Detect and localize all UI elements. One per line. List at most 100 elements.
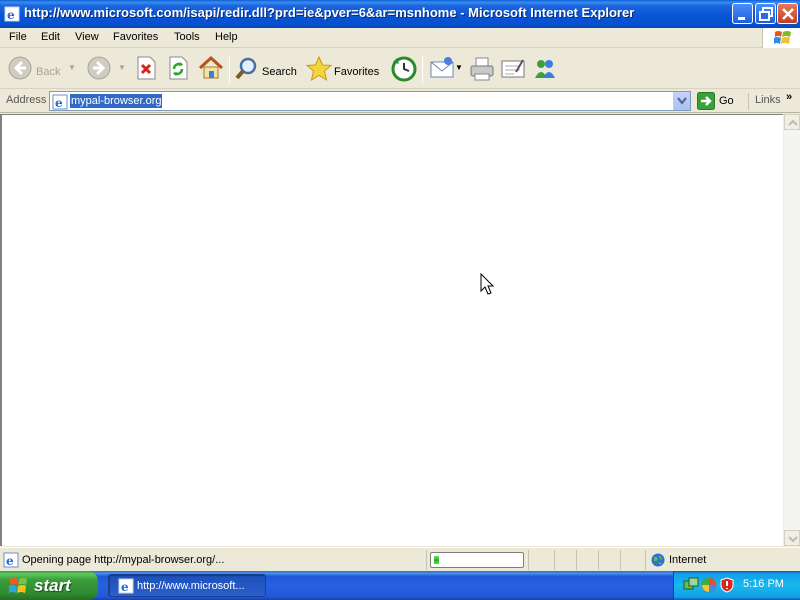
favorites-label: Favorites [334, 66, 380, 78]
start-button[interactable]: start [0, 571, 98, 600]
maximize-button[interactable] [755, 3, 776, 24]
page-loading-icon: e [3, 552, 19, 568]
search-button[interactable]: Search [233, 53, 299, 85]
home-icon [198, 56, 224, 79]
status-pane-divider [645, 550, 646, 570]
stop-button[interactable] [134, 53, 160, 85]
page-icon: e [52, 94, 68, 110]
address-dropdown-button[interactable] [673, 92, 690, 110]
print-button[interactable] [468, 53, 496, 85]
windows-flag-icon [9, 578, 27, 593]
forward-dropdown-icon[interactable]: ▼ [118, 63, 126, 72]
start-label: start [34, 576, 71, 595]
status-pane-divider [554, 550, 555, 570]
mail-icon [430, 57, 454, 78]
window-title: http://www.microsoft.com/isapi/redir.dll… [24, 5, 635, 20]
windows-logo [762, 28, 800, 48]
ie-icon: e [4, 6, 20, 22]
refresh-icon [169, 56, 188, 80]
shield-icon[interactable] [719, 577, 735, 593]
svg-text:e: e [7, 8, 15, 22]
messenger-icon [535, 60, 555, 78]
history-icon [391, 56, 417, 82]
status-pane-divider [426, 550, 427, 570]
maximize-icon [759, 7, 773, 21]
globe-icon [651, 553, 665, 567]
address-label: Address [6, 94, 47, 106]
progress-bar [430, 552, 524, 568]
svg-text:e: e [55, 96, 63, 110]
ie-icon: e [118, 578, 134, 594]
toolbar-separator [229, 55, 230, 83]
svg-text:e: e [121, 580, 129, 594]
taskbar-window-label: http://www.microsoft... [137, 580, 245, 592]
clock: 5:16 PM [743, 578, 784, 590]
forward-arrow-icon [87, 56, 111, 80]
security-zone-label: Internet [669, 554, 707, 566]
mouse-cursor-icon [480, 273, 495, 295]
progress-fill [434, 556, 439, 564]
minimize-icon [738, 17, 745, 20]
taskbar-ie-window[interactable]: e http://www.microsoft... [108, 574, 266, 597]
minimize-button[interactable] [732, 3, 753, 24]
status-text: Opening page http://mypal-browser.org/..… [22, 554, 225, 566]
chevron-up-icon [788, 119, 798, 126]
close-icon [782, 8, 794, 20]
back-arrow-icon [8, 56, 32, 80]
menu-bar: File Edit View Favorites Tools Help [0, 28, 800, 48]
menu-help[interactable]: Help [215, 31, 238, 43]
title-bar: e http://www.microsoft.com/isapi/redir.d… [0, 0, 800, 28]
scroll-down-button[interactable] [784, 530, 800, 546]
menu-tools[interactable]: Tools [174, 31, 200, 43]
edit-button[interactable] [499, 53, 527, 85]
home-button[interactable] [197, 53, 225, 85]
stop-icon [137, 56, 156, 80]
security-center-icon[interactable] [701, 577, 717, 593]
messenger-button[interactable] [531, 53, 559, 85]
favorites-button[interactable]: Favorites [305, 53, 385, 85]
status-pane-divider [528, 550, 529, 570]
status-pane-divider [598, 550, 599, 570]
close-button[interactable] [777, 3, 798, 24]
back-button[interactable]: Back ▼ [6, 53, 78, 85]
scroll-up-button[interactable] [784, 114, 800, 130]
network-icon[interactable] [683, 577, 699, 593]
links-separator [748, 93, 749, 110]
mail-dropdown-icon[interactable]: ▼ [455, 63, 463, 72]
go-arrow-icon [697, 92, 715, 110]
refresh-button[interactable] [166, 53, 192, 85]
status-pane-divider [576, 550, 577, 570]
go-button[interactable]: Go [697, 92, 743, 110]
edit-icon [501, 59, 525, 78]
taskbar: start e http://www.microsoft... 5:16 PM [0, 571, 800, 600]
forward-button[interactable]: ▼ [86, 53, 128, 85]
menu-view[interactable]: View [75, 31, 99, 43]
address-input-value[interactable]: mypal-browser.org [70, 94, 163, 108]
menu-edit[interactable]: Edit [41, 31, 60, 43]
back-label: Back [36, 66, 61, 78]
search-icon [235, 57, 257, 80]
ie-window: e http://www.microsoft.com/isapi/redir.d… [0, 0, 800, 600]
print-icon [470, 57, 494, 81]
search-label: Search [262, 66, 297, 78]
status-bar: e Opening page http://mypal-browser.org/… [0, 547, 800, 571]
go-label: Go [719, 95, 734, 107]
standard-toolbar: Back ▼ ▼ Search Favorites ▼ [0, 49, 800, 89]
links-button[interactable]: Links [755, 94, 781, 106]
history-button[interactable] [391, 53, 417, 85]
menu-file[interactable]: File [9, 31, 27, 43]
address-field[interactable]: e mypal-browser.org [49, 91, 691, 111]
chevron-down-icon [677, 97, 687, 105]
chevron-down-icon [788, 536, 798, 543]
status-pane-divider [620, 550, 621, 570]
links-chevron-icon[interactable]: » [786, 91, 792, 103]
back-dropdown-icon[interactable]: ▼ [68, 63, 76, 72]
menu-favorites[interactable]: Favorites [113, 31, 158, 43]
vertical-scrollbar[interactable] [783, 114, 800, 546]
svg-text:e: e [6, 554, 14, 568]
mail-button[interactable]: ▼ [428, 53, 464, 85]
toolbar-separator [422, 55, 423, 83]
windows-logo-icon [774, 31, 791, 44]
page-content[interactable] [0, 114, 783, 546]
address-bar: Address e mypal-browser.org Go Links » [0, 90, 800, 113]
